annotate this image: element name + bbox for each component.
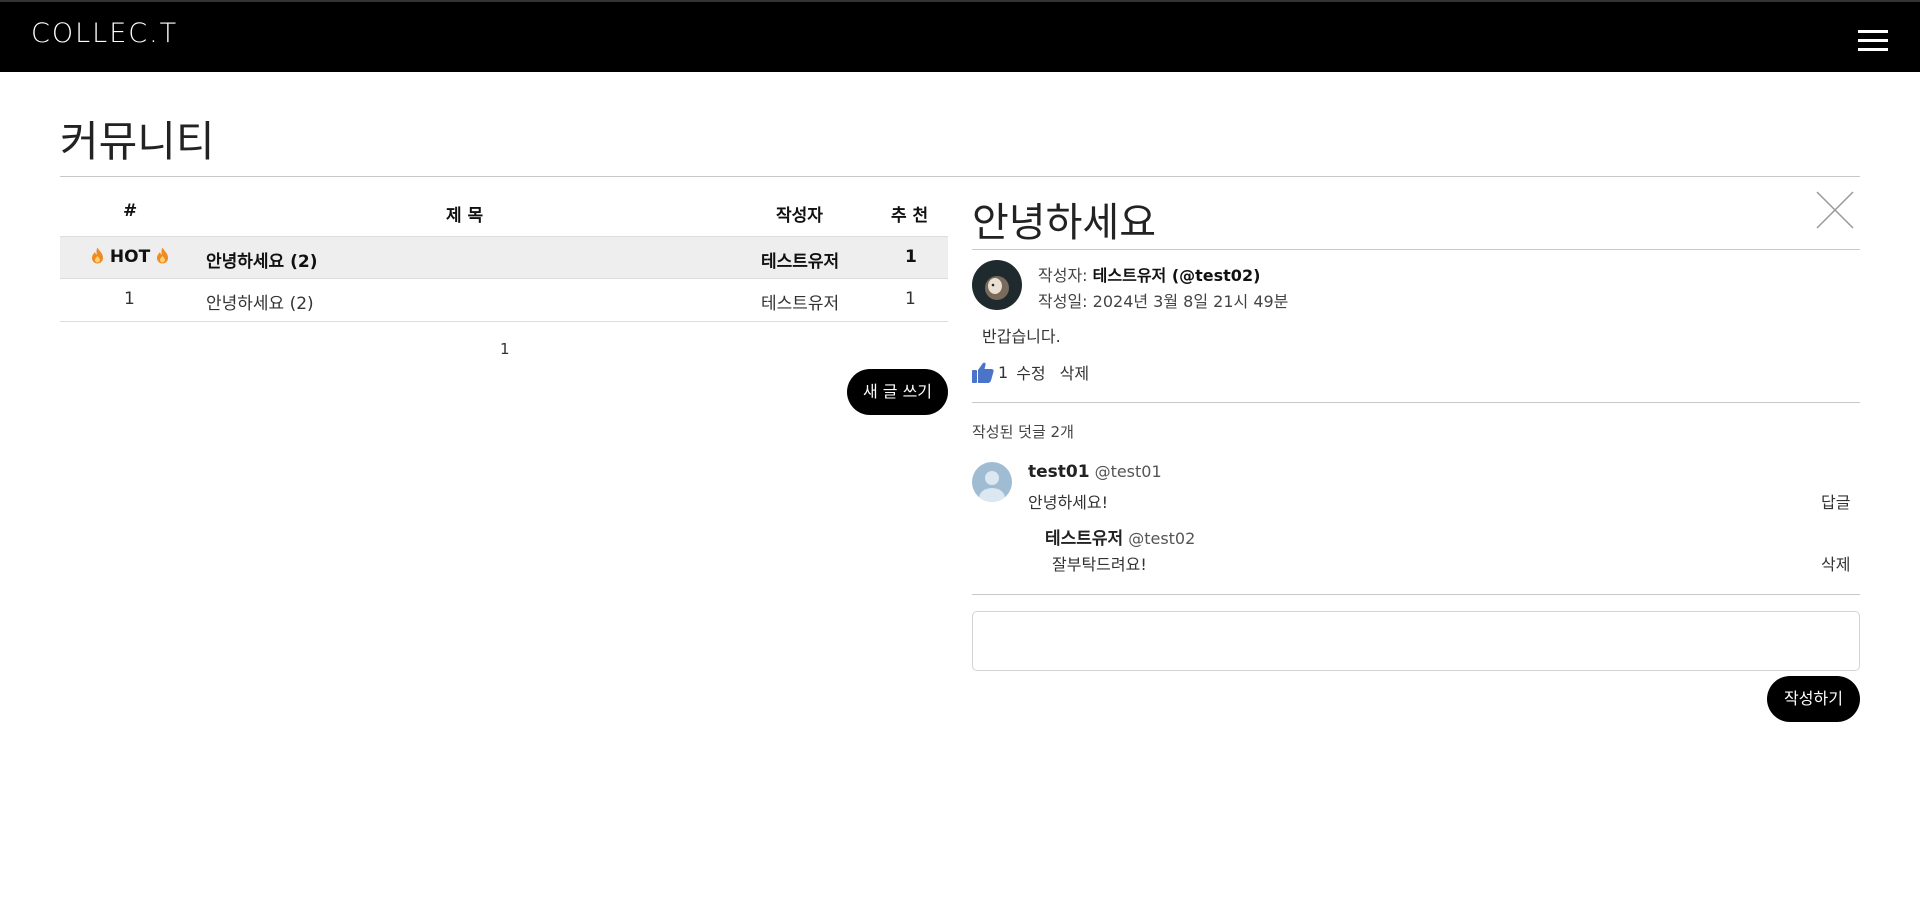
- post-title-link[interactable]: 안녕하세요 (2): [206, 289, 314, 314]
- like-count: 1: [998, 362, 1009, 382]
- comment-author-name: test01: [1028, 462, 1090, 482]
- author-label: 작성자:: [1038, 266, 1088, 285]
- flame-icon: [92, 247, 103, 264]
- hot-badge: HOT: [91, 247, 169, 267]
- pagination-page-1[interactable]: 1: [500, 340, 510, 358]
- reply-author-name: 테스트유저: [1045, 529, 1124, 549]
- edit-post-button[interactable]: 수정: [1016, 360, 1045, 384]
- column-header-likes: 추 천: [891, 206, 929, 226]
- post-number: 1: [124, 289, 135, 309]
- reply-author-handle: @test02: [1128, 529, 1196, 548]
- post-actions: 1 수정 삭제: [972, 360, 1089, 384]
- comment-author-handle: @test01: [1094, 462, 1162, 481]
- date-label: 작성일:: [1038, 292, 1088, 311]
- new-post-button[interactable]: 새 글 쓰기: [847, 369, 948, 415]
- hamburger-menu-icon[interactable]: [1858, 28, 1890, 52]
- delete-post-button[interactable]: 삭제: [1060, 360, 1089, 384]
- commenter-avatar: [972, 462, 1012, 502]
- page-title: 커뮤니티: [60, 117, 215, 166]
- post-title-divider: [972, 249, 1860, 250]
- submit-comment-button[interactable]: 작성하기: [1767, 676, 1860, 722]
- hot-label: HOT: [109, 247, 151, 267]
- column-header-title: 제 목: [446, 206, 484, 226]
- flame-icon: [157, 247, 169, 264]
- comment-input[interactable]: [972, 611, 1860, 671]
- delete-reply-button[interactable]: 삭제: [1821, 551, 1850, 575]
- comment-count: 작성된 덧글 2개: [972, 423, 1074, 441]
- thumbs-up-icon[interactable]: [972, 362, 994, 383]
- post-date: 2024년 3월 8일 21시 49분: [1092, 292, 1289, 311]
- table-row[interactable]: 1 안녕하세요 (2) 테스트유저 1: [60, 279, 948, 322]
- column-header-author: 작성자: [776, 206, 823, 226]
- comment-author: test01 @test01: [1028, 462, 1162, 482]
- post-author-line: 작성자: 테스트유저 (@test02): [1038, 262, 1260, 286]
- post-detail-title: 안녕하세요: [972, 200, 1156, 246]
- post-date-line: 작성일: 2024년 3월 8일 21시 49분: [1038, 288, 1288, 312]
- author-avatar: [972, 260, 1022, 310]
- reply-text: 잘부탁드려요!: [1052, 555, 1147, 574]
- post-body-text: 반갑습니다.: [982, 327, 1061, 346]
- hot-post-likes: 1: [905, 247, 917, 267]
- reply-author: 테스트유저 @test02: [1045, 524, 1195, 549]
- hot-post-row[interactable]: HOT 안녕하세요 (2) 테스트유저 1: [60, 236, 948, 279]
- hot-post-title[interactable]: 안녕하세요 (2): [206, 247, 318, 272]
- post-author: 테스트유저: [761, 294, 840, 314]
- post-author-name: 테스트유저 (@test02): [1092, 266, 1261, 285]
- title-divider: [60, 176, 1860, 177]
- post-likes: 1: [905, 289, 916, 309]
- top-navigation-bar: COLLEC.T: [0, 0, 1920, 72]
- close-icon[interactable]: [1815, 190, 1855, 230]
- hot-post-author: 테스트유저: [761, 252, 840, 272]
- column-header-number: #: [123, 201, 138, 221]
- reply-button[interactable]: 답글: [1821, 489, 1850, 513]
- post-actions-divider: [972, 402, 1860, 403]
- site-logo[interactable]: COLLEC.T: [31, 18, 178, 49]
- comments-divider: [972, 594, 1860, 595]
- comment-text: 안녕하세요!: [1028, 493, 1109, 512]
